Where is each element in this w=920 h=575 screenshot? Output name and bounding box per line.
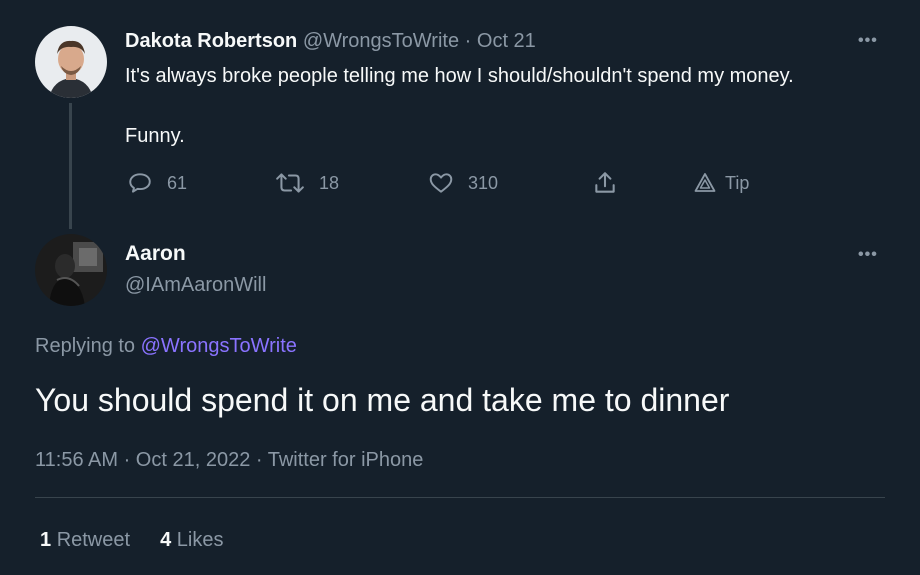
share-action[interactable] <box>592 170 618 196</box>
header-separator: · <box>464 30 472 52</box>
reply-count: 61 <box>167 172 188 193</box>
likes-count: 4 <box>160 529 172 551</box>
thread-connector-line <box>69 103 72 229</box>
tip-label: Tip <box>725 172 750 193</box>
retweets-count: 1 <box>40 529 52 551</box>
reply-timestamp[interactable]: 11:56 AM · Oct 21, 2022 · Twitter for iP… <box>35 449 423 472</box>
parent-author-name[interactable]: Dakota Robertson <box>125 30 297 52</box>
parent-author-handle[interactable]: @WrongsToWrite <box>303 30 459 52</box>
reply-tweet-text: You should spend it on me and take me to… <box>35 382 730 418</box>
parent-tweet-text-line1: It's always broke people telling me how … <box>125 65 794 87</box>
retweets-label: Retweet <box>56 529 131 551</box>
retweet-action[interactable]: 18 <box>275 170 339 196</box>
reply-author-handle[interactable]: @IAmAaronWill <box>125 274 266 297</box>
replying-to-line: Replying to @WrongsToWrite <box>35 335 297 358</box>
share-icon <box>592 170 618 196</box>
stats-divider <box>35 497 885 498</box>
parent-tweet-date[interactable]: Oct 21 <box>477 30 536 52</box>
retweet-count: 18 <box>319 172 340 193</box>
like-action[interactable]: 310 <box>428 170 498 196</box>
like-icon <box>428 170 454 196</box>
parent-tweet-header: Dakota Robertson @WrongsToWrite · Oct 21 <box>125 30 536 53</box>
reply-more-button[interactable]: ••• <box>858 247 878 263</box>
parent-tweet-text-line2: Funny. <box>125 125 185 147</box>
retweets-stat[interactable]: 1 Retweet <box>40 529 130 552</box>
avatar-aaron[interactable] <box>35 234 107 306</box>
tip-icon <box>693 171 717 195</box>
like-count: 310 <box>468 172 499 193</box>
reply-action[interactable]: 61 <box>127 170 187 196</box>
engagement-stats: 1 Retweet 4 Likes <box>40 529 223 552</box>
replying-prefix: Replying to <box>35 335 136 357</box>
tip-action[interactable]: Tip <box>693 170 749 196</box>
reply-icon <box>127 170 153 196</box>
retweet-icon <box>275 170 305 196</box>
likes-label: Likes <box>176 529 224 551</box>
replying-to-link[interactable]: @WrongsToWrite <box>141 335 297 357</box>
avatar-dakota[interactable] <box>35 26 107 98</box>
parent-more-button[interactable]: ••• <box>858 33 878 49</box>
likes-stat[interactable]: 4 Likes <box>160 529 223 552</box>
reply-author-name[interactable]: Aaron <box>125 242 186 266</box>
